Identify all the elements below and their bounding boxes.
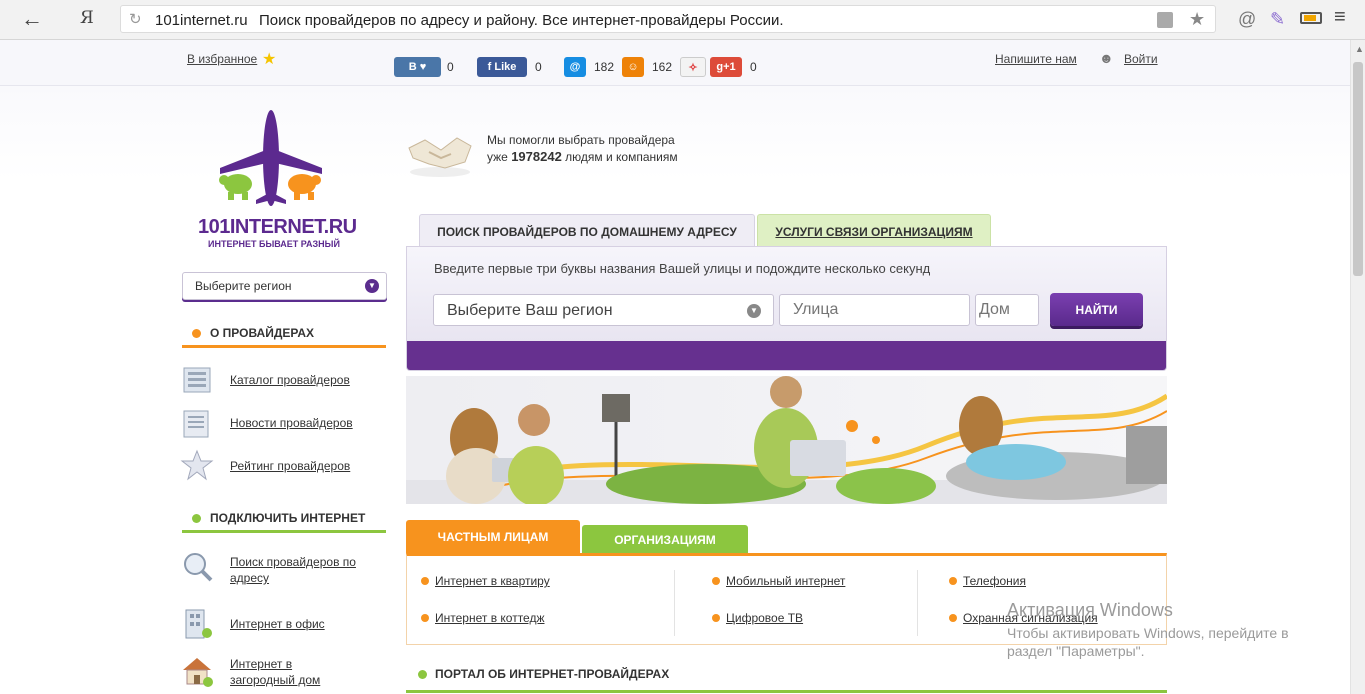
logo-text: 101INTERNET.RU: [198, 216, 357, 238]
windows-activation-watermark: Активация Windows Чтобы активировать Win…: [1007, 600, 1289, 659]
house-input[interactable]: [975, 294, 1039, 326]
helped-counter: Мы помогли выбрать провайдера уже 197824…: [405, 128, 705, 184]
odnoklassniki-icon[interactable]: ☺: [622, 57, 644, 77]
search-panel: Введите первые три буквы названия Вашей …: [406, 246, 1167, 371]
bullet-icon: [192, 329, 201, 338]
region-select[interactable]: Выберите регион ▼: [182, 272, 387, 300]
back-arrow-icon[interactable]: ←: [18, 7, 46, 31]
service-digital-tv[interactable]: Цифровое ТВ: [711, 611, 803, 625]
reload-icon[interactable]: ↻: [129, 10, 142, 28]
mailru-count: 182: [594, 60, 615, 74]
facebook-count: 0: [535, 60, 542, 74]
service-mobile-internet[interactable]: Мобильный интернет: [711, 574, 845, 588]
house-icon: [183, 658, 213, 687]
vk-count: 0: [447, 60, 454, 74]
chevron-down-icon: ▼: [365, 279, 379, 293]
battery-icon[interactable]: [1300, 12, 1322, 24]
logo-slogan: ИНТЕРНЕТ БЫВАЕТ РАЗНЫЙ: [208, 239, 340, 249]
chevron-down-icon: ▼: [747, 304, 761, 318]
office-building-icon: [185, 609, 212, 639]
search-panel-footer: [407, 341, 1166, 370]
helped-count: 1978242: [511, 149, 562, 164]
tab-home-address-search[interactable]: ПОИСК ПРОВАЙДЕРОВ ПО ДОМАШНЕМУ АДРЕСУ: [419, 214, 755, 248]
sidebar-item-search-by-address[interactable]: Поиск провайдеров по адресу: [180, 550, 390, 590]
page-title: Поиск провайдеров по адресу и району. Вс…: [259, 12, 784, 29]
bookmark-star-icon[interactable]: ★: [1189, 9, 1205, 30]
service-telephony[interactable]: Телефония: [949, 574, 1026, 588]
service-cottage-internet[interactable]: Интернет в коттедж: [421, 611, 545, 625]
tab-business-services[interactable]: УСЛУГИ СВЯЗИ ОРГАНИЗАЦИЯМ: [757, 214, 991, 248]
helped-line2: уже 1978242 людям и компаниям: [487, 149, 678, 164]
news-icon: [183, 410, 209, 438]
section-header-connect-internet: ПОДКЛЮЧИТЬ ИНТЕРНЕТ: [182, 505, 386, 533]
sidebar-item-news[interactable]: Новости провайдеров: [180, 405, 390, 445]
star-icon: ★: [262, 51, 277, 68]
menu-icon[interactable]: ≡: [1334, 6, 1346, 29]
service-apartment-internet[interactable]: Интернет в квартиру: [421, 574, 550, 588]
bullet-icon: [192, 514, 201, 523]
scroll-thumb[interactable]: [1353, 62, 1363, 276]
vk-button[interactable]: В ♥: [394, 57, 441, 77]
portal-section-header: ПОРТАЛ ОБ ИНТЕРНЕТ-ПРОВАЙДЕРАХ: [406, 660, 1167, 693]
odnoklassniki-count: 162: [652, 60, 673, 74]
moimir-share[interactable]: ✧: [680, 56, 706, 78]
helped-line1: Мы помогли выбрать провайдера: [487, 133, 675, 147]
facebook-like-button[interactable]: f Like: [477, 57, 527, 77]
favorites-link[interactable]: В избранное: [187, 52, 257, 66]
yandex-icon[interactable]: Я: [80, 8, 94, 28]
find-button[interactable]: НАЙТИ: [1050, 293, 1143, 326]
search-region-select[interactable]: Выберите Ваш регион ▼: [433, 294, 774, 326]
sidebar-item-country-house[interactable]: Интернет в загородный дом: [180, 654, 390, 694]
sidebar-item-office[interactable]: Интернет в офис: [180, 606, 390, 646]
address-bar[interactable]: ↻ 101internet.ru Поиск провайдеров по ад…: [120, 5, 1216, 33]
write-us-link[interactable]: Напишите нам: [995, 52, 1077, 66]
googleplus-count: 0: [750, 60, 757, 74]
search-hint: Введите первые три буквы названия Вашей …: [434, 261, 931, 276]
odnoklassniki-share[interactable]: ☺ 162: [622, 56, 672, 78]
sidebar-item-rating[interactable]: Рейтинг провайдеров: [180, 448, 390, 488]
page-scrollbar[interactable]: ▲: [1350, 40, 1365, 694]
mailru-share[interactable]: @ 182: [564, 56, 614, 78]
user-icon: ☻: [1099, 50, 1114, 66]
scroll-up-icon[interactable]: ▲: [1355, 44, 1364, 54]
address-domain: 101internet.ru: [155, 12, 248, 29]
star-rating-icon: [180, 449, 214, 481]
vk-share[interactable]: В ♥ 0: [394, 56, 454, 78]
divider: [674, 570, 675, 636]
page: В избранное ★ В ♥ 0 f Like 0 @ 182 ☺ 162…: [0, 40, 1350, 694]
catalog-icon: [183, 367, 211, 393]
at-sign-icon[interactable]: @: [1238, 9, 1256, 30]
googleplus-button[interactable]: g +1: [710, 57, 742, 77]
banner-image: [406, 376, 1167, 504]
sidebar-item-catalog[interactable]: Каталог провайдеров: [180, 362, 390, 402]
top-line: В избранное ★ В ♥ 0 f Like 0 @ 182 ☺ 162…: [0, 40, 1350, 86]
magnifier-icon: [184, 553, 213, 582]
street-input[interactable]: [779, 294, 970, 326]
handshake-icon: [408, 137, 472, 177]
section-header-about-providers: О ПРОВАЙДЕРАХ: [182, 320, 386, 348]
plane-turtles-logo-icon: [219, 110, 322, 206]
lock-icon[interactable]: [1157, 12, 1173, 28]
tab-private-persons[interactable]: ЧАСТНЫМ ЛИЦАМ: [406, 520, 580, 554]
tab-organizations[interactable]: ОРГАНИЗАЦИЯМ: [582, 525, 748, 554]
login-link[interactable]: Войти: [1124, 52, 1158, 66]
moimir-icon[interactable]: ✧: [680, 57, 706, 77]
mailru-button[interactable]: @: [564, 57, 586, 77]
facebook-share[interactable]: f Like 0: [477, 56, 542, 78]
bullet-icon: [418, 670, 427, 679]
pen-icon[interactable]: ✎: [1270, 9, 1285, 30]
googleplus-share[interactable]: g +1 0: [710, 56, 757, 78]
site-logo[interactable]: 101INTERNET.RU ИНТЕРНЕТ БЫВАЕТ РАЗНЫЙ: [196, 108, 357, 249]
browser-toolbar: ← Я ↻ 101internet.ru Поиск провайдеров п…: [0, 0, 1365, 40]
divider: [917, 570, 918, 636]
